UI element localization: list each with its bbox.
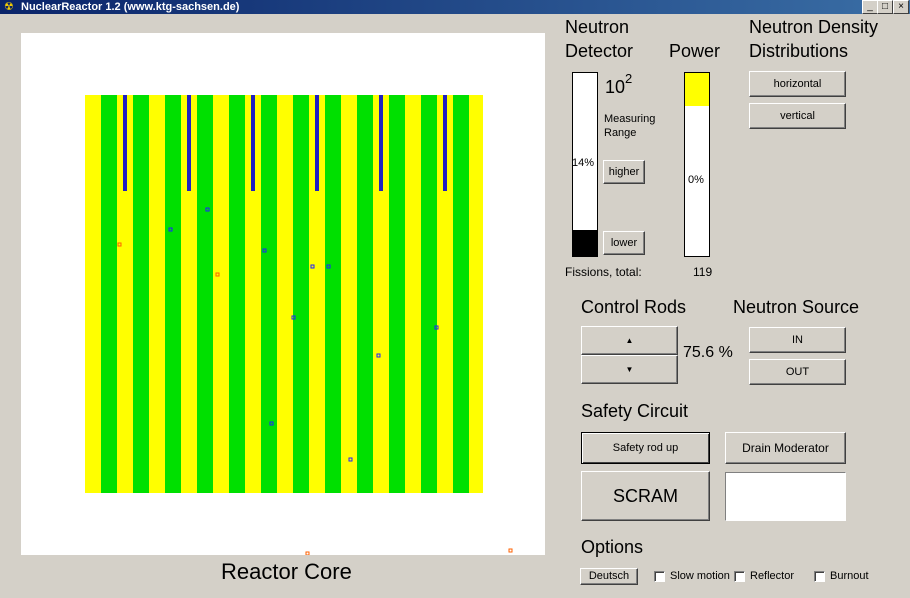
neutron-source-in-button[interactable]: IN [749,327,846,353]
title-bar[interactable]: ☢ NuclearReactor 1.2 (www.ktg-sachsen.de… [0,0,910,14]
moderator-channel [165,95,181,493]
maximize-icon[interactable]: □ [877,0,893,14]
neutron-source-in-label: IN [792,334,803,346]
control-rod [443,95,447,191]
moderator-channel [453,95,469,493]
moderator-channel [421,95,437,493]
fissions-label: Fissions, total: [565,265,642,279]
radiation-icon: ☢ [4,1,14,13]
reactor-core-svg [85,95,513,555]
fast-neutron [508,548,513,553]
density-vertical-label: vertical [780,110,815,122]
power-bar [684,72,710,257]
measuring-range-value: 102 [605,71,633,98]
control-rods-down-button[interactable]: ▼ [581,355,678,384]
scram-label: SCRAM [612,486,678,506]
control-rods-position: 75.6 % [683,344,733,361]
fissions-value: 119 [693,265,713,279]
detector-heading-line2: Detector [565,41,634,61]
control-rod [251,95,255,191]
safety-rod-up-button[interactable]: Safety rod up [581,432,710,464]
fast-neutron [305,551,310,555]
slow-motion-checkbox[interactable] [654,571,665,582]
control-rods-up-button[interactable]: ▲ [581,326,678,355]
range-higher-button[interactable]: higher [603,160,645,184]
reflector-label: Reflector [750,570,795,582]
moderator-channel [389,95,405,493]
measuring-range-label-line2: Range [604,127,637,139]
moderator-channel [293,95,309,493]
range-exponent: 2 [625,71,633,86]
safety-circuit-heading: Safety Circuit [581,401,689,421]
detector-reading: 14% [572,157,595,169]
density-vertical-button[interactable]: vertical [749,103,846,129]
moderator-channel [357,95,373,493]
scram-button[interactable]: SCRAM [581,471,710,521]
options-heading: Options [581,537,644,557]
density-heading-line2: Distributions [749,41,849,61]
control-rod [123,95,127,191]
moderator-channel [325,95,341,493]
neutron-source-out-label: OUT [785,366,810,378]
range-lower-label: lower [610,237,638,249]
drain-moderator-button[interactable]: Drain Moderator [725,432,846,464]
density-horizontal-label: horizontal [773,78,822,90]
burnout-checkbox[interactable] [814,571,825,582]
moderator-channel [229,95,245,493]
control-rods-heading: Control Rods [581,297,687,317]
range-base: 10 [605,77,626,97]
arrow-up-icon: ▲ [625,336,634,345]
detector-heading-line1: Neutron [565,17,630,37]
neutron-source-heading: Neutron Source [733,297,860,317]
moderator-channel [133,95,149,493]
power-fill [685,73,709,106]
control-rod [315,95,319,191]
burnout-label: Burnout [830,570,869,582]
control-rod [187,95,191,191]
minimize-icon[interactable]: _ [862,0,878,14]
power-reading: 0% [688,174,704,186]
window-title: NuclearReactor 1.2 (www.ktg-sachsen.de) [21,1,240,13]
reactor-core-canvas[interactable] [21,33,545,555]
detector-fill [573,230,597,256]
moderator-channel [197,95,213,493]
density-horizontal-button[interactable]: horizontal [749,71,846,97]
range-higher-label: higher [608,166,640,178]
measuring-range-label-line1: Measuring [604,113,656,125]
power-heading: Power [669,41,721,61]
neutron-source-out-button[interactable]: OUT [749,359,846,385]
slow-motion-label: Slow motion [670,570,730,582]
safety-rod-up-label: Safety rod up [612,442,679,454]
reactor-core-label: Reactor Core [221,559,352,584]
moderator-channel [101,95,117,493]
drain-moderator-label: Drain Moderator [742,441,829,455]
arrow-down-icon: ▼ [625,365,634,374]
language-deutsch-label: Deutsch [588,570,630,582]
safety-status-display [725,472,846,521]
moderator-channel [261,95,277,493]
close-icon[interactable]: × [893,0,909,14]
range-lower-button[interactable]: lower [603,231,645,255]
control-rod [379,95,383,191]
reflector-checkbox[interactable] [734,571,745,582]
density-heading-line1: Neutron Density [749,17,879,37]
language-deutsch-button[interactable]: Deutsch [580,568,638,585]
